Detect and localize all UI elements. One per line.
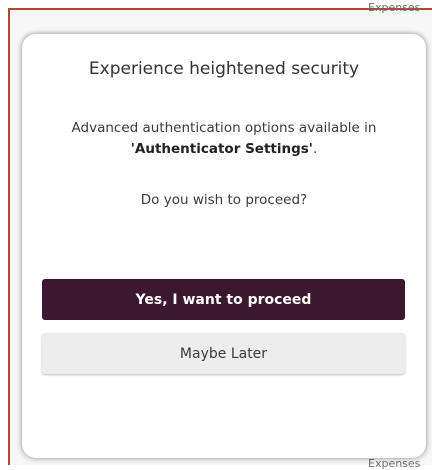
security-dialog: Experience heightened security Advanced … bbox=[22, 34, 426, 458]
maybe-later-button[interactable]: Maybe Later bbox=[42, 333, 405, 374]
description-text: Advanced authentication options availabl… bbox=[71, 120, 377, 136]
authenticator-settings-text: 'Authenticator Settings' bbox=[130, 141, 313, 157]
dialog-title: Experience heightened security bbox=[88, 59, 360, 79]
proceed-button[interactable]: Yes, I want to proceed bbox=[42, 279, 405, 320]
background-expenses-label: Expenses bbox=[368, 457, 421, 470]
dialog-description: Advanced authentication options availabl… bbox=[52, 118, 396, 160]
background-expenses-label: Expenses bbox=[368, 1, 421, 14]
dialog-question: Do you wish to proceed? bbox=[140, 192, 308, 208]
description-period: . bbox=[312, 141, 318, 157]
